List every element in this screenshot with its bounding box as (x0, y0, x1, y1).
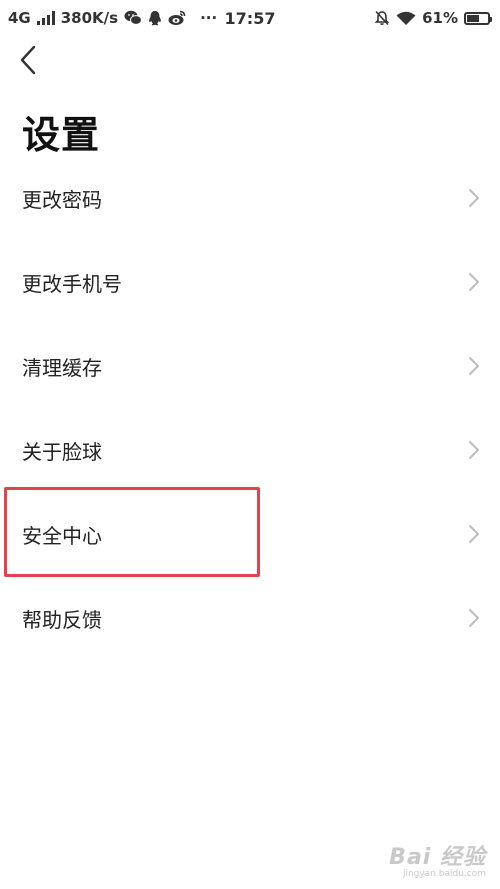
settings-item-label: 关于脸球 (22, 439, 102, 464)
settings-item-label: 安全中心 (22, 523, 102, 548)
settings-item-change-phone[interactable]: 更改手机号 (0, 240, 500, 324)
chevron-right-icon (468, 272, 480, 292)
settings-item-change-password[interactable]: 更改密码 (0, 156, 500, 240)
settings-item-label: 更改手机号 (22, 271, 122, 296)
weibo-icon (168, 10, 186, 26)
page-title: 设置 (22, 113, 101, 157)
status-left: 4G 380K/s ··· (8, 0, 217, 36)
settings-item-label: 帮助反馈 (22, 607, 102, 632)
back-button[interactable] (12, 44, 44, 80)
status-time: 17:57 (224, 8, 276, 28)
chevron-right-icon (468, 524, 480, 544)
wifi-icon (396, 11, 416, 26)
settings-item-security-center[interactable]: 安全中心 (0, 492, 500, 576)
settings-list: 更改密码 更改手机号 清理缓存 关于脸球 安全中心 帮助反馈 (0, 156, 500, 660)
status-right: 61% (374, 0, 492, 36)
settings-item-about[interactable]: 关于脸球 (0, 408, 500, 492)
watermark: Bai 经验 jingyan.baidu.com (389, 839, 486, 879)
chevron-right-icon (468, 608, 480, 628)
status-bar: 4G 380K/s ··· 17:57 61% (0, 0, 500, 36)
wechat-icon (124, 10, 143, 26)
settings-item-label: 清理缓存 (22, 355, 102, 380)
settings-item-clear-cache[interactable]: 清理缓存 (0, 324, 500, 408)
settings-item-label: 更改密码 (22, 187, 102, 212)
watermark-url: jingyan.baidu.com (402, 869, 486, 879)
settings-item-help-feedback[interactable]: 帮助反馈 (0, 576, 500, 660)
network-speed: 380K/s (60, 9, 119, 27)
network-type: 4G (8, 9, 31, 27)
battery-level (467, 14, 480, 22)
chevron-left-icon (18, 45, 38, 79)
chevron-right-icon (468, 356, 480, 376)
qq-icon (148, 10, 162, 26)
chevron-right-icon (468, 188, 480, 208)
chevron-right-icon (468, 440, 480, 460)
battery-icon (464, 11, 492, 25)
more-dots: ··· (200, 9, 218, 27)
watermark-logo: Bai 经验 (389, 845, 486, 870)
battery-percent: 61% (422, 9, 458, 27)
signal-icon (36, 11, 55, 25)
mute-bell-icon (374, 10, 390, 26)
